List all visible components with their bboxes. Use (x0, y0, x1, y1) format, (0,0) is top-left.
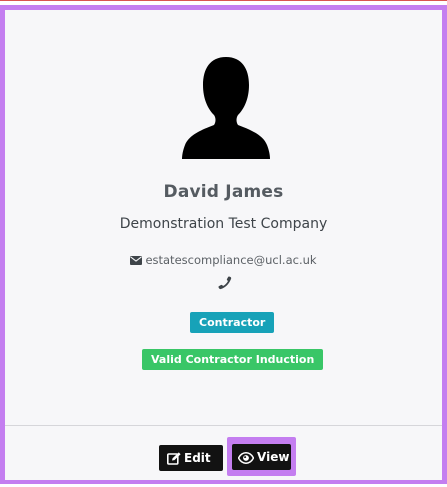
view-button-label: View (257, 450, 290, 464)
edit-button[interactable]: Edit (159, 445, 223, 471)
induction-status-badge: Valid Contractor Induction (142, 349, 324, 370)
phone-icon[interactable] (218, 276, 232, 290)
card-body: David James Demonstration Test Company e… (5, 10, 442, 425)
company-name: Demonstration Test Company (119, 216, 328, 232)
envelope-icon (130, 256, 143, 265)
person-silhouette-icon (182, 57, 270, 159)
edit-button-label: Edit (184, 451, 211, 465)
view-button[interactable]: View (232, 444, 291, 470)
card-footer: Edit View (5, 425, 442, 480)
view-button-highlight: View (227, 437, 296, 476)
email-address[interactable]: estatescompliance@ucl.ac.uk (145, 253, 316, 267)
role-badge: Contractor (190, 312, 275, 333)
edit-icon (167, 452, 181, 465)
eye-icon (238, 452, 254, 464)
contractor-profile-card: David James Demonstration Test Company e… (0, 5, 447, 484)
email-row: estatescompliance@ucl.ac.uk (5, 253, 442, 267)
person-name: David James (163, 182, 284, 202)
top-accent-line (0, 0, 447, 1)
